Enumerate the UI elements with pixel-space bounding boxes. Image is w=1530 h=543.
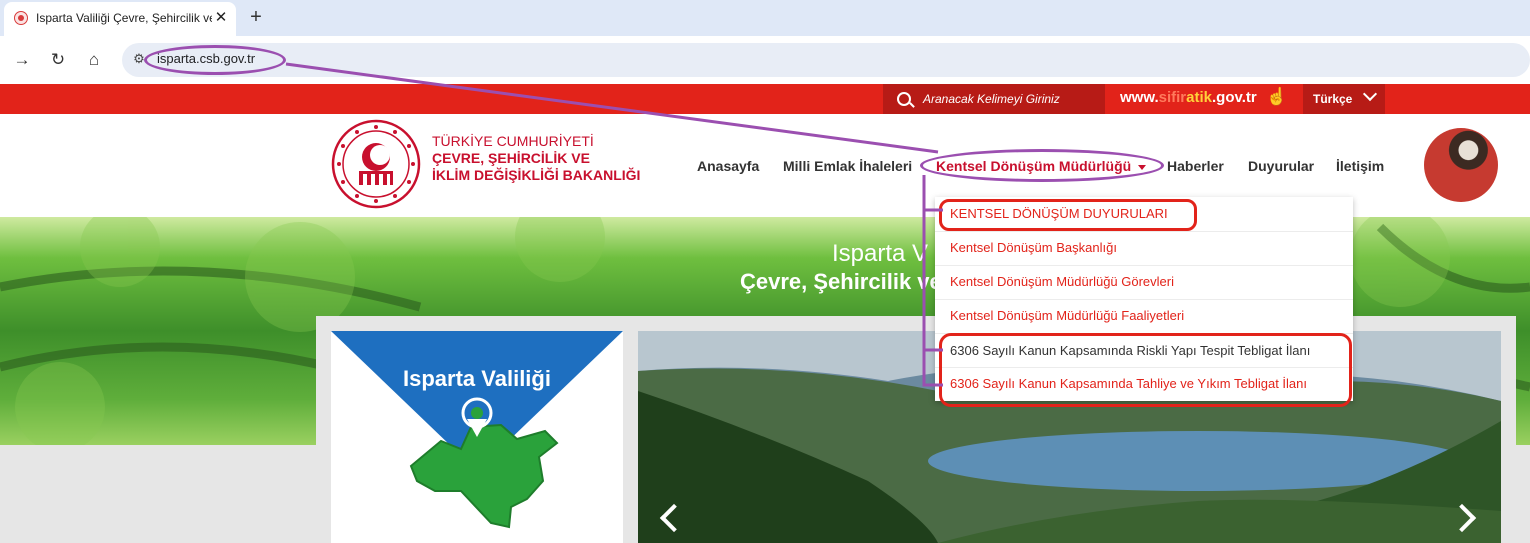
dropdown-divider (935, 299, 1353, 300)
sifir-link-prefix: www. (1120, 89, 1159, 106)
new-tab-button[interactable]: + (246, 6, 266, 28)
dropdown-item-presidency[interactable]: Kentsel Dönüşüm Başkanlığı (950, 240, 1117, 255)
sifir-link-part2: atik (1186, 89, 1212, 106)
search-icon[interactable] (897, 92, 911, 106)
nav-home[interactable]: Anasayfa (697, 158, 759, 174)
site-search[interactable]: Aranacak Kelimeyi Giriniz (883, 84, 1105, 114)
ministry-line-3: İKLİM DEĞİŞİKLİĞİ BAKANLIĞI (432, 167, 641, 183)
pointer-hand-icon: ☝ (1266, 87, 1288, 106)
url-highlight-circle (144, 45, 286, 75)
ministry-logo-icon[interactable] (331, 119, 421, 209)
ministry-line-2: ÇEVRE, ŞEHİRCİLİK VE (432, 150, 590, 166)
sifir-atik-link[interactable]: www.sifiratik.gov.tr (1120, 89, 1257, 106)
language-select[interactable]: Türkçe (1303, 84, 1385, 114)
ataturk-portrait (1424, 128, 1498, 202)
tab-title: Isparta Valiliği Çevre, Şehircilik ve İk… (36, 11, 212, 25)
close-tab-icon[interactable]: ✕ (212, 8, 230, 28)
isparta-map-icon (331, 331, 623, 529)
reload-icon[interactable]: ↻ (44, 46, 72, 74)
announcements-highlight-box (939, 199, 1197, 231)
dropdown-divider (935, 231, 1353, 232)
browser-tab[interactable]: Isparta Valiliği Çevre, Şehircilik ve İk… (4, 2, 236, 36)
nav-news[interactable]: Haberler (1167, 158, 1224, 174)
ministry-name[interactable]: TÜRKİYE CUMHURİYETİ ÇEVRE, ŞEHİRCİLİK VE… (432, 133, 640, 184)
site-favicon-icon (14, 11, 28, 25)
home-icon[interactable]: ⌂ (80, 46, 108, 74)
notices-highlight-box (939, 333, 1352, 407)
top-red-bar (0, 84, 1530, 114)
language-label: Türkçe (1313, 92, 1353, 106)
nav-contact[interactable]: İletişim (1336, 158, 1384, 174)
dropdown-item-activities[interactable]: Kentsel Dönüşüm Müdürlüğü Faaliyetleri (950, 308, 1184, 323)
sifir-link-suffix: .gov.tr (1212, 89, 1257, 106)
ministry-line-1: TÜRKİYE CUMHURİYETİ (432, 133, 594, 149)
valilik-card-title: Isparta Valiliği (403, 366, 551, 391)
dropdown-item-duties[interactable]: Kentsel Dönüşüm Müdürlüğü Görevleri (950, 274, 1174, 289)
sifir-link-part1: sifir (1158, 89, 1187, 106)
address-bar[interactable]: ⚙ isparta.csb.gov.tr (122, 43, 1530, 77)
chevron-down-icon (1362, 86, 1378, 102)
nav-tenders[interactable]: Milli Emlak İhaleleri (783, 158, 912, 174)
nav-announcements[interactable]: Duyurular (1248, 158, 1314, 174)
menu-highlight-circle (920, 149, 1164, 182)
search-input[interactable]: Aranacak Kelimeyi Giriniz (923, 92, 1060, 106)
dropdown-divider (935, 265, 1353, 266)
forward-icon[interactable]: → (8, 46, 36, 74)
